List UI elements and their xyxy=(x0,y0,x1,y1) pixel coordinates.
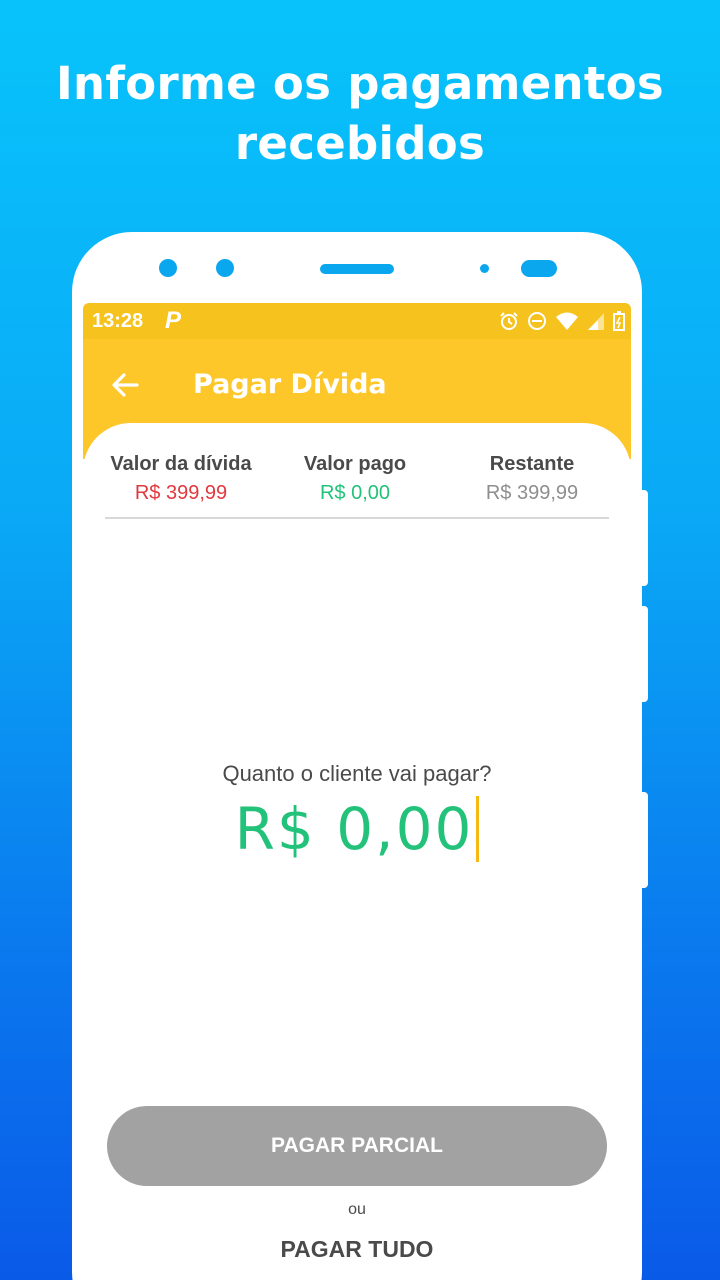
debt-summary: Valor da dívida R$ 399,99 Valor pago R$ … xyxy=(105,453,609,519)
arrow-left-icon[interactable] xyxy=(109,369,141,401)
paid-value: R$ 0,00 xyxy=(319,482,391,504)
phone-camera-dot xyxy=(159,259,177,277)
or-separator: ou xyxy=(348,1201,366,1218)
phone-side-button xyxy=(640,606,648,702)
debt-column: Valor da dívida R$ 399,99 xyxy=(105,453,257,505)
status-icons xyxy=(499,309,625,333)
battery-icon xyxy=(613,311,625,331)
promo-headline-line1: Informe os pagamentos xyxy=(55,57,665,110)
wifi-icon xyxy=(556,312,578,330)
promo-headline: Informe os pagamentos recebidos xyxy=(0,54,720,174)
debt-label: Valor da dívida xyxy=(110,453,252,475)
phone-speaker xyxy=(320,264,394,274)
payment-question: Quanto o cliente vai pagar? xyxy=(222,761,492,786)
debt-value: R$ 399,99 xyxy=(134,482,228,504)
phone-sensor-dot xyxy=(216,259,234,277)
alarm-icon xyxy=(500,312,518,330)
signal-icon xyxy=(588,313,604,330)
phone-side-button xyxy=(640,792,648,888)
text-cursor xyxy=(476,796,480,862)
app-notification-icon: P xyxy=(165,307,182,334)
page-title: Pagar Dívida xyxy=(193,369,387,400)
promo-headline-line2: recebidos xyxy=(234,117,486,170)
phone-sensor-pill xyxy=(521,260,557,277)
remaining-value: R$ 399,99 xyxy=(485,482,579,504)
pay-all-button[interactable]: PAGAR TUDO xyxy=(207,1229,507,1269)
status-bar: 13:28 P xyxy=(83,303,631,339)
phone-side-button xyxy=(640,490,648,586)
phone-small-dot xyxy=(480,264,489,273)
paid-column: Valor pago R$ 0,00 xyxy=(285,453,425,505)
status-time: 13:28 xyxy=(92,310,144,332)
pay-partial-button[interactable]: PAGAR PARCIAL xyxy=(107,1106,607,1186)
remaining-column: Restante R$ 399,99 xyxy=(467,453,597,505)
amount-value[interactable]: R$ 0,00 xyxy=(235,795,474,863)
do-not-disturb-icon xyxy=(528,312,546,330)
content-card: Valor da dívida R$ 399,99 Valor pago R$ … xyxy=(83,423,631,1280)
amount-input[interactable]: R$ 0,00 xyxy=(83,795,631,863)
app-screen: 13:28 P Pagar Dívida Valor da dívida R$ … xyxy=(83,303,631,1280)
paid-label: Valor pago xyxy=(303,453,407,475)
remaining-label: Restante xyxy=(489,453,575,475)
